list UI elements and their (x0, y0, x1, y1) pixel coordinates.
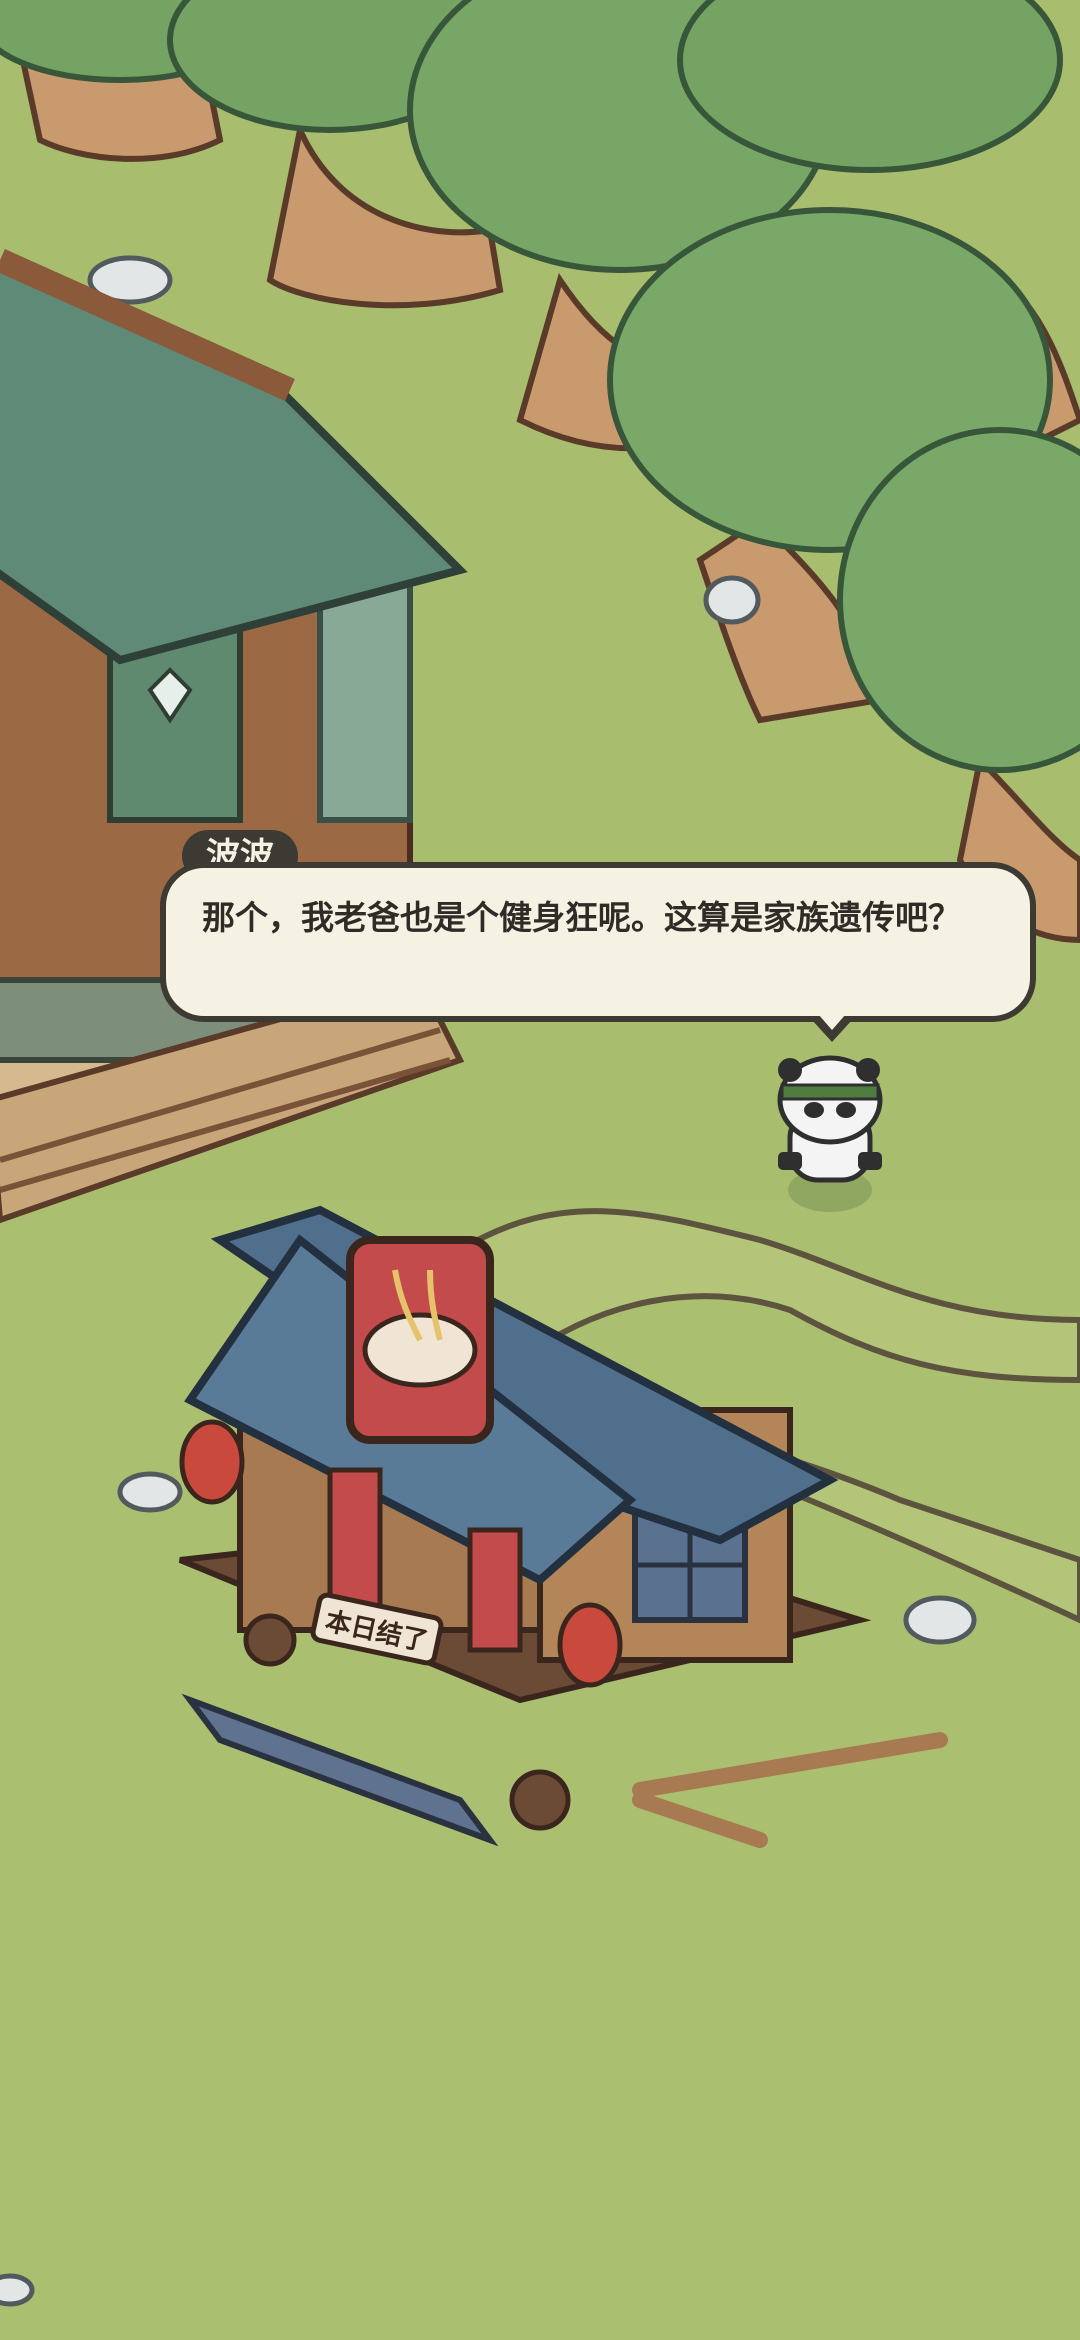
dialog-box[interactable]: 那个，我老爸也是个健身狂呢。这算是家族遗传吧？ (160, 862, 1036, 1022)
panda-with-headband-icon[interactable] (777, 1055, 883, 1212)
dialog-text: 那个，我老爸也是个健身狂呢。这算是家族遗传吧？ (202, 898, 961, 937)
dialog-tail-inner (818, 1014, 846, 1030)
game-scene: 本日结了 (0, 0, 1080, 2340)
